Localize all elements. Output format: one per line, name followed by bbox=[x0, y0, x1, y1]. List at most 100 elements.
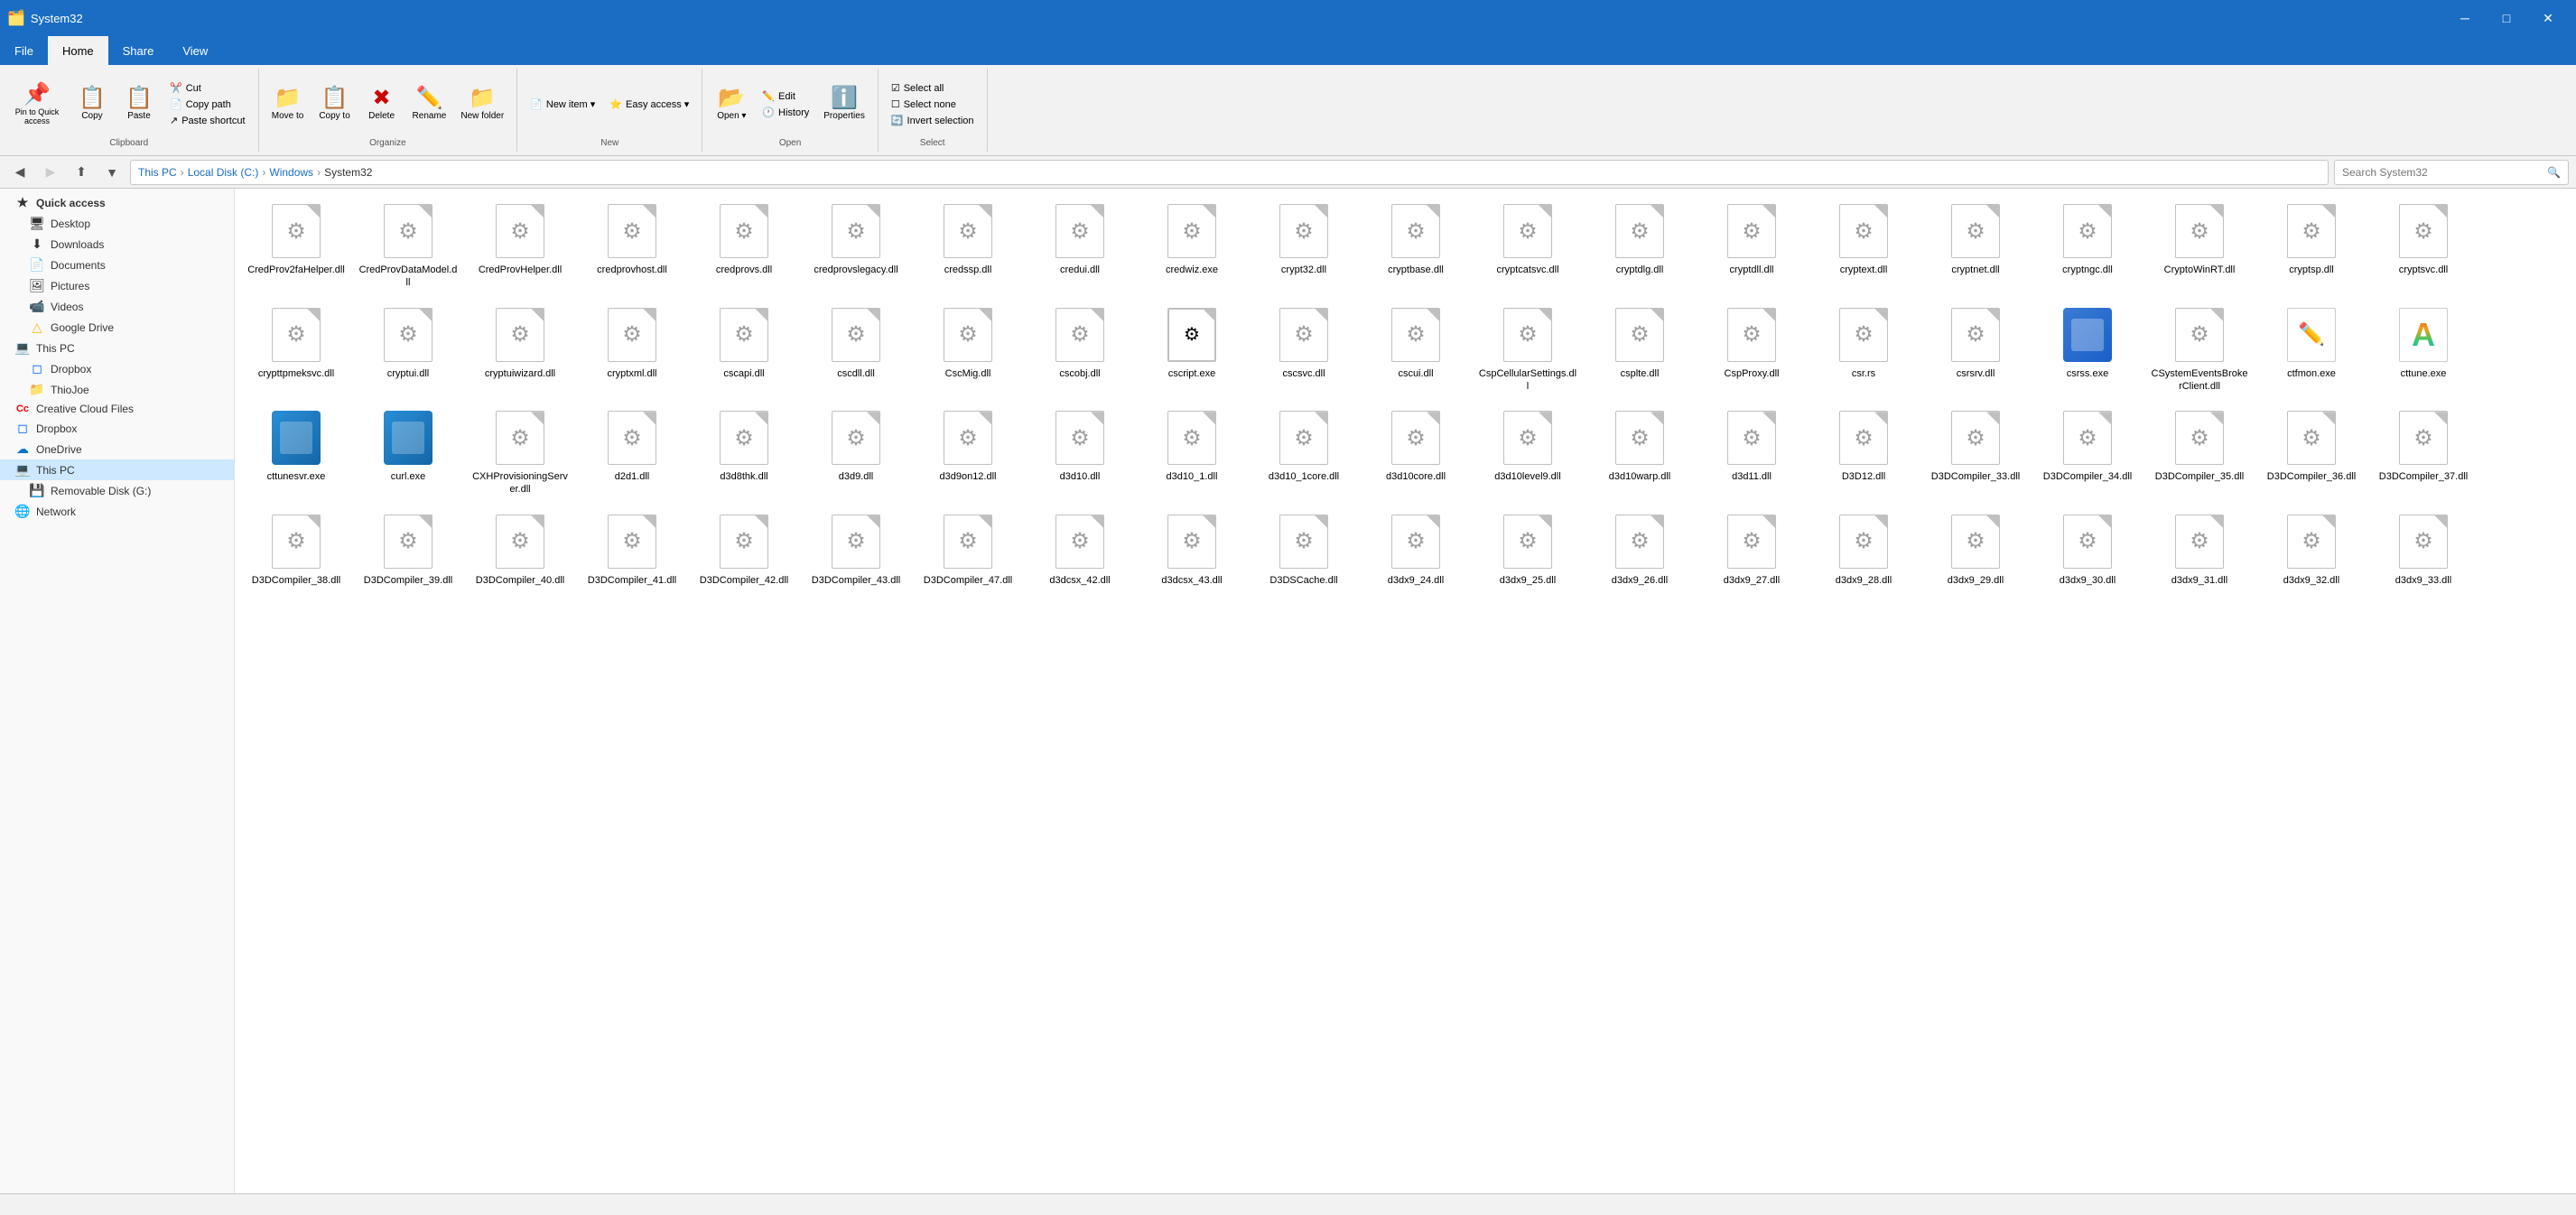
file-item[interactable]: ⚙ cryptnet.dll bbox=[1921, 196, 2030, 296]
file-item[interactable]: ⚙ credui.dll bbox=[1026, 196, 1134, 296]
select-none-button[interactable]: ☐ Select none bbox=[886, 97, 980, 112]
file-item[interactable]: ⚙ cscobj.dll bbox=[1026, 300, 1134, 400]
file-item[interactable]: ⚙ cryptuiwizard.dll bbox=[466, 300, 574, 400]
file-item[interactable]: curl.exe bbox=[354, 403, 462, 503]
file-item[interactable]: ⚙ d3dx9_25.dll bbox=[1474, 506, 1582, 593]
tab-file[interactable]: File bbox=[0, 36, 48, 65]
file-item[interactable]: ⚙ d3d10_1.dll bbox=[1138, 403, 1246, 503]
properties-button[interactable]: ℹ️ Properties bbox=[818, 86, 870, 123]
new-folder-button[interactable]: 📁 New folder bbox=[455, 86, 509, 123]
sidebar-item-this-pc-active[interactable]: 💻 This PC bbox=[0, 459, 234, 480]
file-item[interactable]: ⚙ cryptdlg.dll bbox=[1586, 196, 1694, 296]
file-item[interactable]: ⚙ d3dx9_32.dll bbox=[2257, 506, 2366, 593]
file-item[interactable]: ⚙ d3dx9_27.dll bbox=[1697, 506, 1806, 593]
file-item[interactable]: ⚙ credwiz.exe bbox=[1138, 196, 1246, 296]
sidebar-item-desktop[interactable]: 🖥 Desktop bbox=[0, 213, 234, 234]
file-item[interactable]: ⚙ D3DCompiler_35.dll bbox=[2145, 403, 2254, 503]
select-all-button[interactable]: ☑ Select all bbox=[886, 80, 980, 96]
sidebar-item-google-drive[interactable]: △ Google Drive bbox=[0, 317, 234, 338]
copy-to-button[interactable]: 📋 Copy to bbox=[313, 86, 357, 123]
recent-locations-button[interactable]: ▼ bbox=[99, 160, 125, 185]
sidebar-item-thiojoe[interactable]: 📁 ThioJoe bbox=[0, 379, 234, 400]
sidebar-item-network[interactable]: 🌐 Network bbox=[0, 501, 234, 522]
paste-button[interactable]: 📋 Paste bbox=[117, 86, 161, 123]
file-item[interactable]: ⚙ d3dx9_28.dll bbox=[1809, 506, 1918, 593]
file-item[interactable]: csrss.exe bbox=[2033, 300, 2142, 400]
sidebar-item-videos[interactable]: 📹 Videos bbox=[0, 296, 234, 317]
file-item[interactable]: ⚙ crypt32.dll bbox=[1250, 196, 1358, 296]
file-item[interactable]: ⚙ cscdll.dll bbox=[802, 300, 910, 400]
file-item[interactable]: ⚙ d3d10core.dll bbox=[1362, 403, 1470, 503]
tab-share[interactable]: Share bbox=[108, 36, 169, 65]
sidebar-item-removable[interactable]: 💾 Removable Disk (G:) bbox=[0, 480, 234, 501]
cut-button[interactable]: ✂️ Cut bbox=[164, 80, 251, 96]
delete-button[interactable]: ✖ Delete bbox=[360, 86, 404, 123]
paste-shortcut-button[interactable]: ↗ Paste shortcut bbox=[164, 113, 251, 128]
file-item[interactable]: ⚙ D3DCompiler_38.dll bbox=[242, 506, 350, 593]
file-item[interactable]: ⚙ d3d10.dll bbox=[1026, 403, 1134, 503]
close-button[interactable]: ✕ bbox=[2527, 5, 2569, 32]
breadcrumb-part-1[interactable]: This PC bbox=[138, 166, 177, 179]
file-item[interactable]: ⚙ d3d10_1core.dll bbox=[1250, 403, 1358, 503]
minimize-button[interactable]: ─ bbox=[2444, 5, 2486, 32]
file-item[interactable]: ⚙ cryptsp.dll bbox=[2257, 196, 2366, 296]
file-item[interactable]: ⚙ cryptdll.dll bbox=[1697, 196, 1806, 296]
tab-view[interactable]: View bbox=[168, 36, 222, 65]
history-button[interactable]: 🕐 History bbox=[757, 105, 814, 120]
file-item[interactable]: ⚙ crypttpmeksvc.dll bbox=[242, 300, 350, 400]
file-item[interactable]: ⚙ credprovhost.dll bbox=[578, 196, 686, 296]
sidebar-item-dropbox[interactable]: ◻ Dropbox bbox=[0, 358, 234, 379]
file-item[interactable]: ⚙ CscMig.dll bbox=[914, 300, 1022, 400]
sidebar-item-quick-access[interactable]: ★ Quick access bbox=[0, 192, 234, 213]
file-item[interactable]: ⚙ d3dcsx_42.dll bbox=[1026, 506, 1134, 593]
breadcrumb-part-2[interactable]: Local Disk (C:) bbox=[188, 166, 259, 179]
file-item[interactable]: ⚙ d3dx9_31.dll bbox=[2145, 506, 2254, 593]
file-item[interactable]: ⚙ cryptext.dll bbox=[1809, 196, 1918, 296]
invert-selection-button[interactable]: 🔄 Invert selection bbox=[886, 113, 980, 128]
file-item[interactable]: A cttune.exe bbox=[2369, 300, 2478, 400]
file-item[interactable]: ⚙ d3dx9_26.dll bbox=[1586, 506, 1694, 593]
maximize-button[interactable]: □ bbox=[2486, 5, 2527, 32]
file-item[interactable]: ⚙ CXHProvisioningServer.dll bbox=[466, 403, 574, 503]
file-item[interactable]: ⚙ d2d1.dll bbox=[578, 403, 686, 503]
file-item[interactable]: ⚙ d3d11.dll bbox=[1697, 403, 1806, 503]
file-item[interactable]: ⚙ CredProvHelper.dll bbox=[466, 196, 574, 296]
file-item[interactable]: ⚙ cscui.dll bbox=[1362, 300, 1470, 400]
rename-button[interactable]: ✏️ Rename bbox=[407, 86, 452, 123]
file-item[interactable]: ⚙ cryptui.dll bbox=[354, 300, 462, 400]
file-item[interactable]: ⚙ cscript.exe bbox=[1138, 300, 1246, 400]
file-item[interactable]: ⚙ D3DCompiler_33.dll bbox=[1921, 403, 2030, 503]
move-to-button[interactable]: 📁 Move to bbox=[266, 86, 310, 123]
file-item[interactable]: ⚙ D3DCompiler_47.dll bbox=[914, 506, 1022, 593]
edit-button[interactable]: ✏️ Edit bbox=[757, 88, 814, 104]
file-item[interactable]: ⚙ cscsvc.dll bbox=[1250, 300, 1358, 400]
file-item[interactable]: ⚙ CspProxy.dll bbox=[1697, 300, 1806, 400]
file-item[interactable]: ⚙ D3DCompiler_34.dll bbox=[2033, 403, 2142, 503]
file-item[interactable]: ⚙ CSystemEventsBrokerClient.dll bbox=[2145, 300, 2254, 400]
sidebar-item-downloads[interactable]: ⬇ Downloads bbox=[0, 234, 234, 255]
file-item[interactable]: ⚙ d3d9on12.dll bbox=[914, 403, 1022, 503]
copy-path-button[interactable]: 📄 Copy path bbox=[164, 97, 251, 112]
search-box[interactable]: 🔍 bbox=[2334, 160, 2569, 185]
sidebar-item-this-pc[interactable]: 💻 This PC bbox=[0, 338, 234, 358]
file-item[interactable]: ⚙ cryptbase.dll bbox=[1362, 196, 1470, 296]
file-item[interactable]: ⚙ credprovslegacy.dll bbox=[802, 196, 910, 296]
file-item[interactable]: ⚙ D3DCompiler_40.dll bbox=[466, 506, 574, 593]
file-item[interactable]: ⚙ CredProvDataModel.dll bbox=[354, 196, 462, 296]
file-item[interactable]: ⚙ cryptngc.dll bbox=[2033, 196, 2142, 296]
sidebar-item-pictures[interactable]: 🖼 Pictures bbox=[0, 275, 234, 296]
file-item[interactable]: ⚙ D3DCompiler_39.dll bbox=[354, 506, 462, 593]
file-item[interactable]: ⚙ d3dx9_33.dll bbox=[2369, 506, 2478, 593]
file-item[interactable]: ⚙ cryptxml.dll bbox=[578, 300, 686, 400]
open-button[interactable]: 📂 Open ▾ bbox=[710, 86, 753, 123]
file-item[interactable]: ⚙ cryptsvc.dll bbox=[2369, 196, 2478, 296]
back-button[interactable]: ◀ bbox=[7, 160, 33, 185]
sidebar-item-creative-cloud[interactable]: Cc Creative Cloud Files bbox=[0, 400, 234, 418]
file-item[interactable]: ⚙ credssp.dll bbox=[914, 196, 1022, 296]
file-item[interactable]: ⚙ csplte.dll bbox=[1586, 300, 1694, 400]
file-item[interactable]: ⚙ csr.rs bbox=[1809, 300, 1918, 400]
breadcrumb[interactable]: This PC › Local Disk (C:) › Windows › Sy… bbox=[130, 160, 2329, 185]
file-item[interactable]: ⚙ CspCellularSettings.dll bbox=[1474, 300, 1582, 400]
search-input[interactable] bbox=[2342, 166, 2547, 179]
file-item[interactable]: ⚙ d3d8thk.dll bbox=[690, 403, 798, 503]
